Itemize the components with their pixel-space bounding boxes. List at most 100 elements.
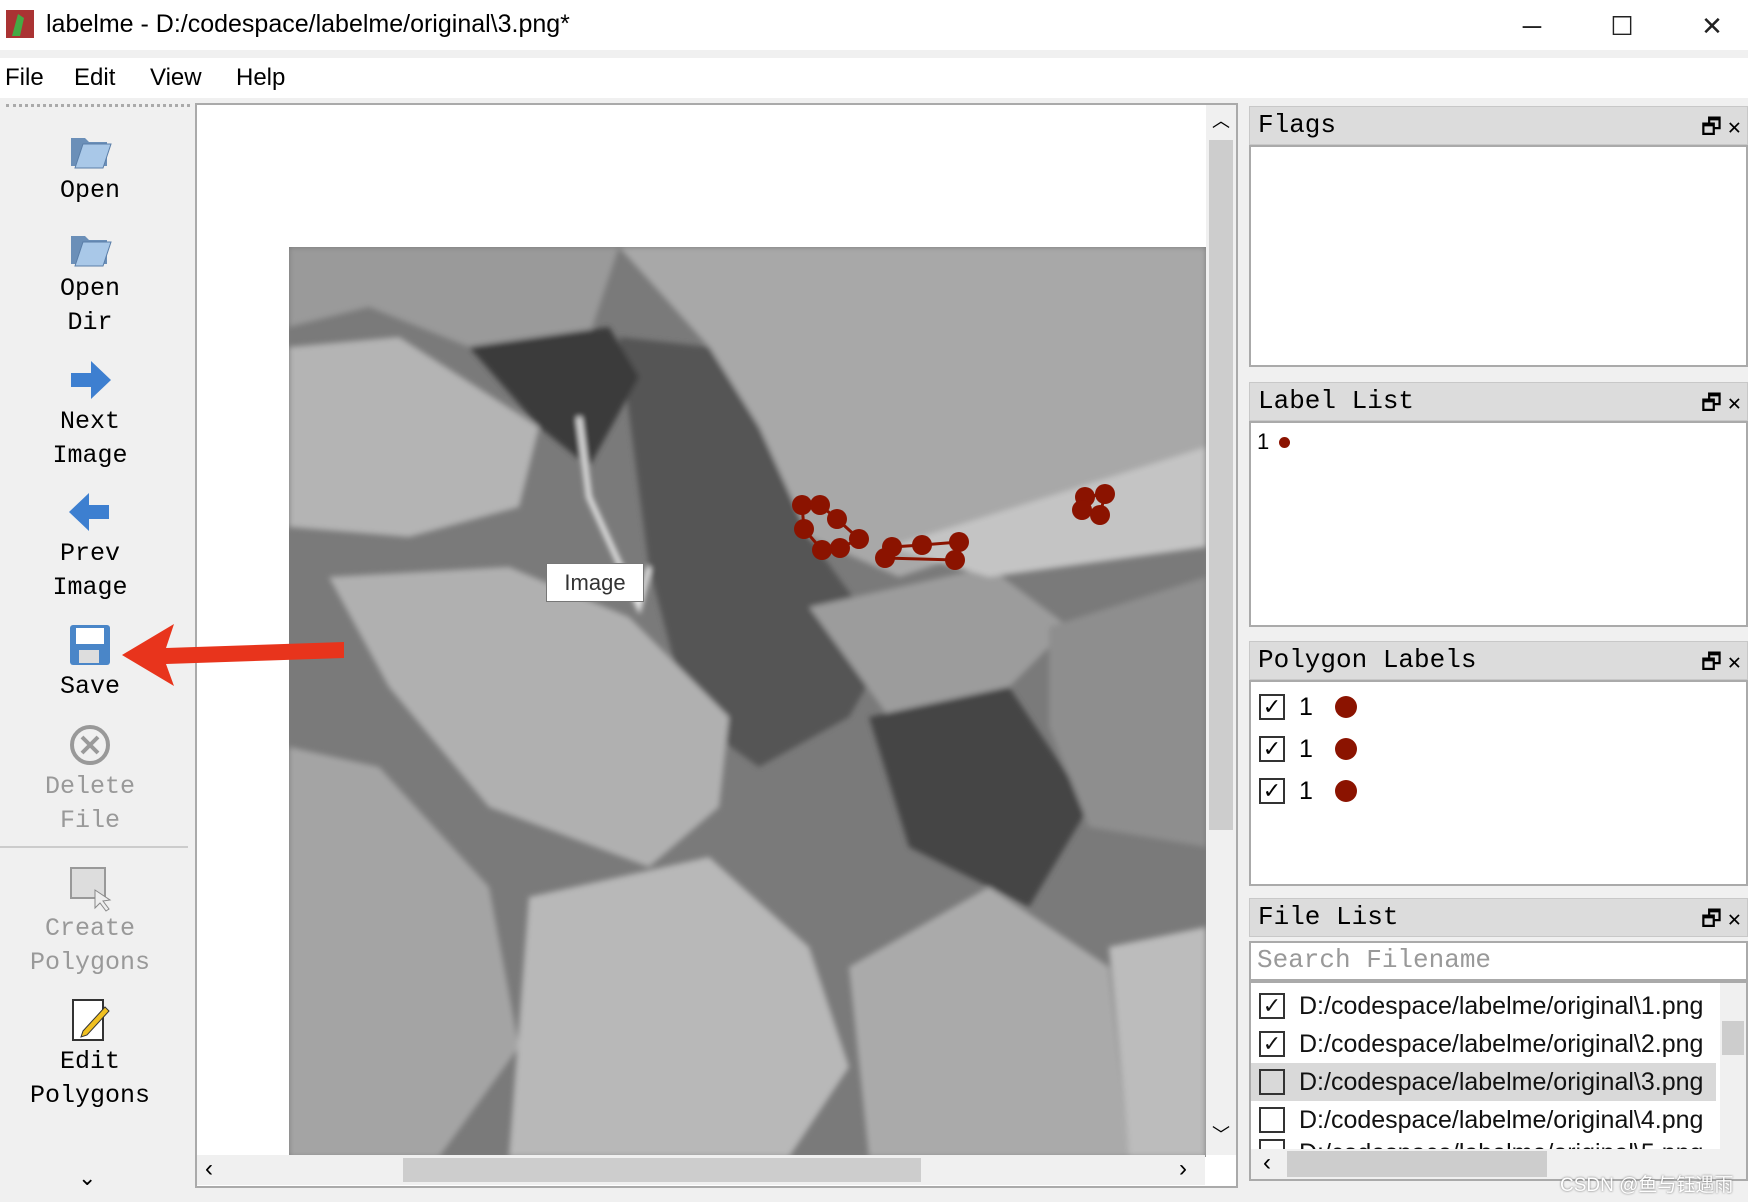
file-list-item-selected[interactable]: D:/codespace/labelme/original\3.png [1251,1063,1716,1101]
label-list[interactable]: 1 [1249,421,1748,627]
delete-file-button[interactable]: Delete File [0,720,180,838]
polygon-color-dot [1334,696,1357,718]
menu-view[interactable]: View [150,64,202,92]
polygon-overlay [792,484,1115,570]
file-list-title: File List [1258,902,1399,932]
polygon-labels-dock: Polygon Labels 🗗✕ ✓ 1 ✓ 1 ✓ 1 [1249,641,1748,886]
close-icon[interactable]: ✕ [1728,392,1747,417]
open-button[interactable]: Open [0,124,180,208]
folder-open-icon [71,236,112,267]
label-text: 1 [1257,429,1270,454]
toolbar-separator [0,846,188,848]
annotation-arrow [122,624,344,686]
float-icon[interactable]: 🗗 [1701,908,1728,933]
next-image-button[interactable]: Next Image [0,355,180,473]
polygon-label-text: 1 [1299,734,1313,763]
flags-list[interactable] [1249,145,1748,367]
open-label: Open [59,176,120,205]
polygon-vertex[interactable] [912,535,932,555]
polygon-vertex[interactable] [830,538,850,558]
menu-edit[interactable]: Edit [74,64,115,92]
polygon-vertex[interactable] [827,509,847,529]
folder-open-icon [71,138,112,169]
polygon-label-item[interactable]: ✓ 1 [1251,770,1746,812]
create-polygons-button[interactable]: Create Polygons [0,862,180,980]
float-icon[interactable]: 🗗 [1701,116,1728,141]
polygon-vertex[interactable] [1095,484,1115,504]
scroll-thumb[interactable] [1287,1151,1547,1177]
menu-file[interactable]: File [5,64,44,92]
polygon-vertex[interactable] [812,540,832,560]
menu-bar: File Edit View Help [0,58,1748,98]
float-icon[interactable]: 🗗 [1701,651,1728,676]
file-list-item[interactable]: D:/codespace/labelme/original\4.png [1251,1101,1716,1139]
float-icon[interactable]: 🗗 [1701,392,1728,417]
polygon-label-item[interactable]: ✓ 1 [1251,728,1746,770]
scroll-left-icon[interactable]: ‹ [1263,1149,1271,1177]
file-list-item[interactable]: ✓ D:/codespace/labelme/original\1.png [1251,987,1716,1025]
checkbox[interactable]: ✓ [1259,1031,1285,1057]
arrow-left-icon [69,493,109,531]
maximize-button[interactable]: ☐ [1592,8,1652,44]
polygon-vertex[interactable] [792,495,812,515]
polygon-color-dot [1334,780,1357,802]
close-icon[interactable]: ✕ [1728,116,1747,141]
checkbox[interactable]: ✓ [1259,736,1285,762]
scroll-right-icon[interactable]: › [1179,1155,1187,1183]
polygon-label-item[interactable]: ✓ 1 [1251,686,1746,728]
checkbox[interactable] [1259,1069,1285,1095]
arrow-right-icon [71,361,111,399]
delete-circle-icon [70,725,110,765]
prev-image-button[interactable]: Prev Image [0,487,180,605]
file-list-vertical-scrollbar[interactable] [1720,983,1746,1155]
polygon-vertex[interactable] [945,550,965,570]
polygon-vertex[interactable] [949,532,969,552]
checkbox[interactable]: ✓ [1259,694,1285,720]
edit-polygons-button[interactable]: Edit Polygons [0,995,180,1113]
image-canvas[interactable] [195,103,1238,1188]
checkbox[interactable]: ✓ [1259,778,1285,804]
file-path: D:/codespace/labelme/original\2.png [1299,1029,1704,1058]
polygon-labels-list[interactable]: ✓ 1 ✓ 1 ✓ 1 [1249,680,1748,886]
checkbox[interactable]: ✓ [1259,993,1285,1019]
prev-image-label-2: Image [52,573,128,602]
scroll-thumb[interactable] [1722,1021,1744,1055]
menu-help[interactable]: Help [236,64,285,92]
polygon-vertex[interactable] [810,495,830,515]
label-list-dock: Label List 🗗✕ 1 [1249,382,1748,627]
edit-pencil-icon [72,999,110,1041]
canvas-horizontal-scrollbar[interactable]: ‹ › [197,1155,1205,1185]
file-list[interactable]: ✓ D:/codespace/labelme/original\1.png ✓ D:… [1249,981,1748,1181]
polygon-labels-title: Polygon Labels [1258,645,1477,675]
close-icon[interactable]: ✕ [1728,651,1747,676]
polygon-vertex[interactable] [875,548,895,568]
create-polygons-label-2: Polygons [29,948,151,977]
polygon-vertex[interactable] [794,519,814,539]
close-icon[interactable]: ✕ [1728,908,1747,933]
polygon-vertex[interactable] [1090,505,1110,525]
vertical-scroll-thumb[interactable] [1209,140,1233,830]
delete-file-label-2: File [59,806,120,835]
horizontal-scroll-thumb[interactable] [403,1158,921,1182]
open-dir-label-2: Dir [67,308,113,337]
scroll-left-icon[interactable]: ‹ [205,1155,213,1183]
search-filename-input[interactable]: Search Filename [1249,941,1748,981]
canvas-vertical-scrollbar[interactable]: ︿ ﹀ [1206,105,1236,1155]
polygon-vertex[interactable] [849,529,869,549]
prev-image-label-1: Prev [59,539,120,568]
toolbar-more-chevron-icon[interactable]: ⌄ [78,1165,96,1191]
open-dir-button[interactable]: Open Dir [0,222,180,340]
create-polygon-icon [70,867,112,912]
window-title: labelme - D:/codespace/labelme/original\… [46,10,570,38]
scroll-down-icon[interactable]: ﹀ [1212,1121,1230,1147]
polygon-vertex[interactable] [1072,500,1092,520]
next-image-label-1: Next [59,407,120,436]
label-list-item[interactable]: 1 [1257,429,1740,455]
toolbar-grip[interactable] [6,104,190,108]
minimize-button[interactable]: ─ [1502,8,1562,44]
file-list-item[interactable]: ✓ D:/codespace/labelme/original\2.png [1251,1025,1716,1063]
checkbox[interactable] [1259,1107,1285,1133]
scroll-up-icon[interactable]: ︿ [1212,107,1230,133]
flags-title: Flags [1258,110,1337,140]
close-button[interactable]: ✕ [1682,8,1742,44]
